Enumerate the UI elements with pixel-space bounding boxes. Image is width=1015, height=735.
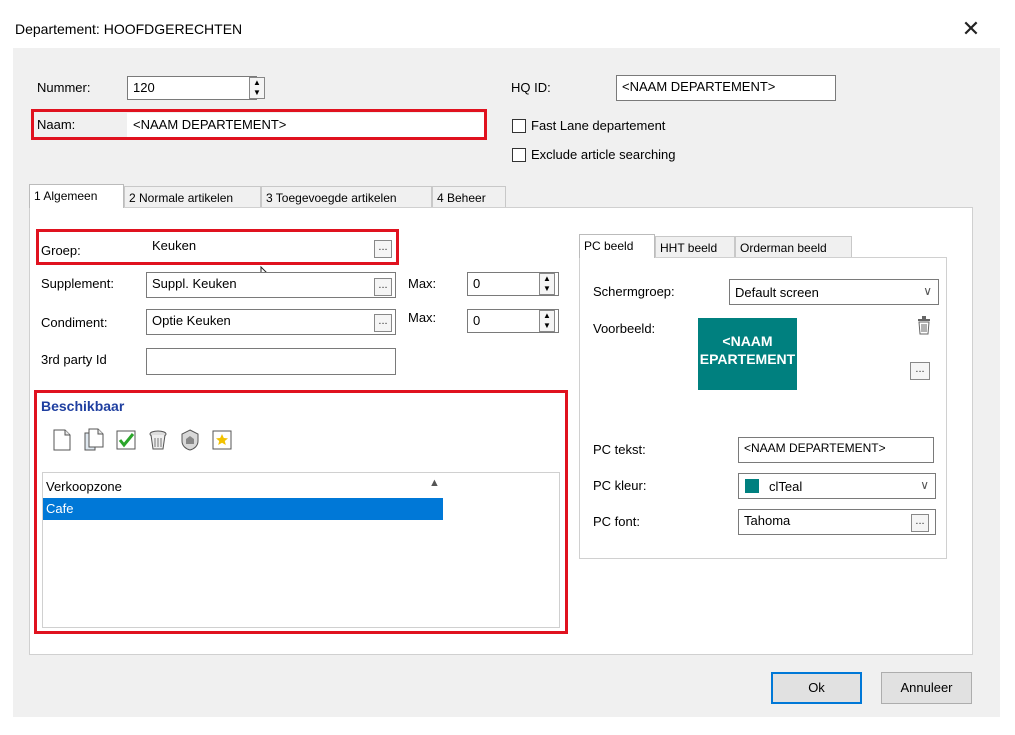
tab-toegevoegde-artikelen[interactable]: 3 Toegevoegde artikelen	[261, 186, 432, 208]
preview-browse-button[interactable]: ...	[910, 362, 930, 380]
tab-orderman-beeld[interactable]: Orderman beeld	[735, 236, 852, 258]
condiment-max-spinner[interactable]: ▲ ▼	[539, 310, 555, 332]
pc-tekst-label: PC tekst:	[593, 442, 646, 457]
title-bar: Departement: HOOFDGERECHTEN ✕	[13, 12, 1000, 48]
copy-document-icon[interactable]	[83, 428, 105, 452]
condiment-max-label: Max:	[408, 310, 437, 325]
condiment-browse-button[interactable]: ...	[374, 314, 392, 332]
beschikbaar-title: Beschikbaar	[41, 398, 125, 414]
verkoopzone-list[interactable]	[42, 472, 560, 628]
supplement-max-spinner[interactable]: ▲ ▼	[539, 273, 555, 295]
tab-hht-beeld[interactable]: HHT beeld	[655, 236, 735, 258]
exclude-search-label: Exclude article searching	[531, 147, 676, 162]
third-party-label: 3rd party Id	[41, 352, 107, 367]
exclude-search-checkbox[interactable]	[512, 148, 526, 162]
nummer-spinner[interactable]: ▲ ▼	[249, 77, 265, 99]
fast-lane-label: Fast Lane departement	[531, 118, 666, 133]
nummer-label: Nummer:	[37, 80, 91, 95]
dialog-title: Departement: HOOFDGERECHTEN	[15, 21, 243, 37]
condiment-label: Condiment:	[41, 315, 108, 330]
verkoopzone-column-header[interactable]: Verkoopzone	[46, 479, 122, 494]
preview-line-1: <NAAM	[722, 333, 773, 349]
chevron-down-icon: ∨	[920, 478, 929, 492]
supplement-browse-button[interactable]: ...	[374, 278, 392, 296]
tab-algemeen[interactable]: 1 Algemeen	[29, 184, 124, 208]
tab-beheer[interactable]: 4 Beheer	[432, 186, 506, 208]
schermgroep-value: Default screen	[735, 285, 819, 300]
pc-tekst-input[interactable]: <NAAM DEPARTEMENT>	[738, 437, 934, 463]
preview-line-2: EPARTEMENT	[699, 351, 796, 367]
hqid-label: HQ ID:	[511, 80, 551, 95]
pc-kleur-value: clTeal	[769, 479, 803, 494]
groep-highlight-box	[36, 229, 399, 265]
close-button[interactable]: ✕	[957, 16, 985, 44]
preview-tile: <NAAM EPARTEMENT	[698, 318, 797, 390]
nummer-input[interactable]: 120	[127, 76, 257, 100]
naam-highlight-box	[31, 109, 487, 140]
list-item-label: Cafe	[46, 501, 74, 516]
shield-icon[interactable]	[179, 428, 201, 452]
sort-ascending-icon: ▲	[429, 477, 440, 489]
supplement-max-label: Max:	[408, 276, 437, 291]
pc-font-browse-button[interactable]: ...	[911, 514, 929, 532]
tab-pc-beeld[interactable]: PC beeld	[579, 234, 655, 258]
cancel-button[interactable]: Annuleer	[881, 672, 972, 704]
check-icon[interactable]	[115, 428, 137, 452]
chevron-down-icon: ∨	[923, 284, 932, 298]
pc-font-input[interactable]: Tahoma	[738, 509, 936, 535]
supplement-input[interactable]: Suppl. Keuken	[146, 272, 396, 298]
pc-kleur-label: PC kleur:	[593, 478, 647, 493]
list-item[interactable]: Cafe	[43, 498, 443, 520]
hqid-input[interactable]: <NAAM DEPARTEMENT>	[616, 75, 836, 101]
condiment-input[interactable]: Optie Keuken	[146, 309, 396, 335]
schermgroep-dropdown[interactable]: Default screen ∨	[729, 279, 939, 305]
pc-font-label: PC font:	[593, 514, 640, 529]
delete-icon[interactable]	[916, 315, 932, 335]
color-swatch	[745, 479, 759, 493]
trash-icon[interactable]	[147, 428, 169, 452]
supplement-label: Supplement:	[41, 276, 114, 291]
department-dialog: Departement: HOOFDGERECHTEN ✕ Nummer: 12…	[13, 12, 1000, 717]
favorite-icon[interactable]	[211, 428, 233, 452]
ok-button[interactable]: Ok	[771, 672, 862, 704]
third-party-input[interactable]	[146, 348, 396, 375]
pc-kleur-dropdown[interactable]: clTeal ∨	[738, 473, 936, 499]
voorbeeld-label: Voorbeeld:	[593, 321, 656, 336]
fast-lane-checkbox[interactable]	[512, 119, 526, 133]
tab-normale-artikelen[interactable]: 2 Normale artikelen	[124, 186, 261, 208]
schermgroep-label: Schermgroep:	[593, 284, 675, 299]
new-document-icon[interactable]	[51, 428, 73, 452]
